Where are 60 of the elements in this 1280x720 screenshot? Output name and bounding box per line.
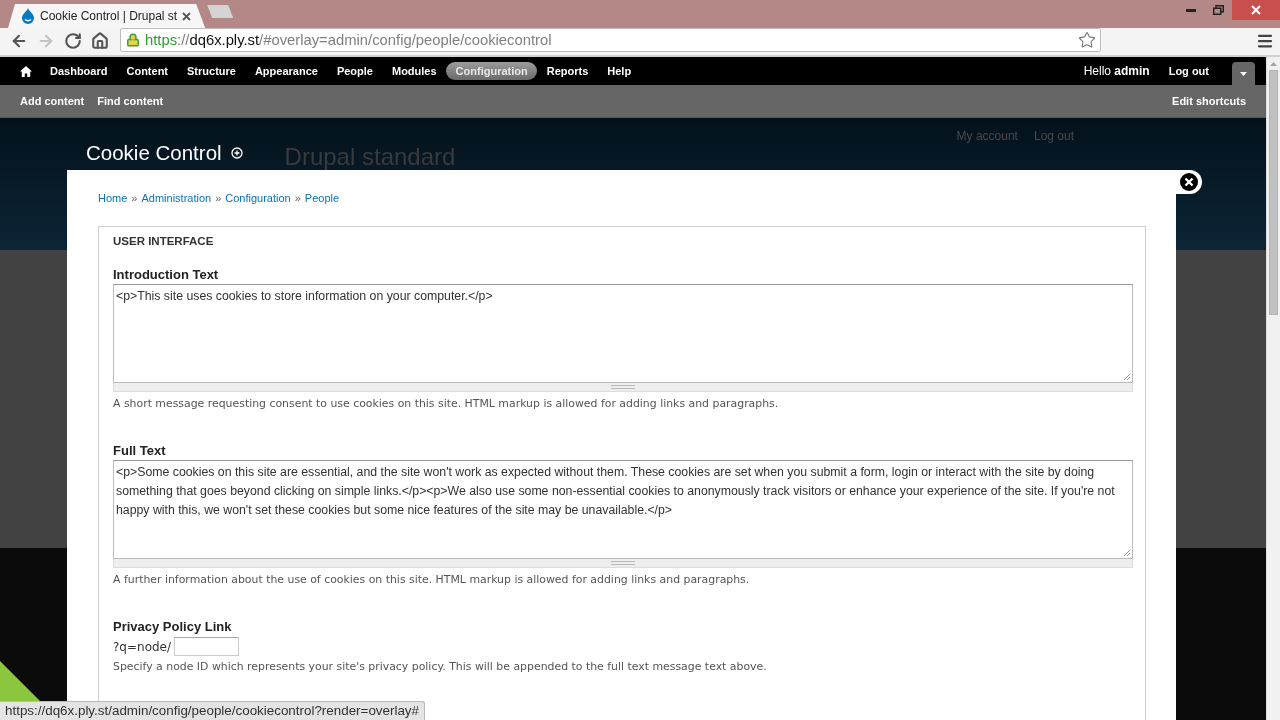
logout-link[interactable]: Log out [1159,62,1219,80]
page-title: Cookie Control [86,141,222,165]
corner-triangle-icon[interactable] [0,661,40,701]
close-icon [1251,5,1261,15]
url-text: https://dq6x.ply.st/#overlay=admin/config/people/cookiecontrol [145,32,553,48]
textarea-field[interactable]: <p>Some cookies on this site are essential, and the site won't work as expected without them. These cookies are set when you submit a form, login or interact with the site by doing something that goes beyond clicking on simple links.</p><p>We also use some non-essential cookies to anonymously track visitors or enhance your experience of the site. If you're not happy with this, we won't set these cookies but some nice features of the site may be unavailable.</p> [113,460,1133,559]
toolbar-menu-item[interactable]: Modules [382,62,447,80]
drawer-toggle-button[interactable] [1232,62,1255,85]
reload-icon[interactable] [63,31,82,50]
resize-handle[interactable] [113,559,1133,568]
field-label: Introduction Text [113,267,220,283]
field-label: Privacy Policy Link [113,619,233,635]
shortcut-link[interactable]: Find content [97,95,164,107]
resize-handle[interactable] [113,383,1133,392]
caret-icon [1240,71,1247,76]
toolbar-menu-item[interactable]: Reports [537,62,598,80]
tab-close-icon[interactable] [182,11,192,21]
resize-grip-icon[interactable] [1123,549,1131,557]
overlay-close-button[interactable] [1176,170,1202,194]
close-icon [1180,173,1198,191]
textarea-field[interactable]: <p>This site uses cookies to store information on your computer.</p> [113,284,1133,383]
toolbar-menu-item[interactable]: Appearance [245,62,328,80]
browser-tab[interactable]: Cookie Control | Drupal st [8,4,206,28]
breadcrumb-separator: » [131,191,138,206]
status-url: https://dq6x.ply.st/admin/config/people/cookiecontrol?render=overlay# [0,701,425,720]
tab-title: Cookie Control | Drupal st [40,9,178,23]
breadcrumb-link[interactable]: People [304,190,340,206]
field-description: Specify a node ID which represents your site's privacy policy. This will be appended to the full text message text above. [113,660,768,674]
window-close-button[interactable] [1232,0,1280,20]
restore-icon[interactable] [1212,5,1224,15]
field-description: A short message requesting consent to use cookies on this site. HTML markup is allowed for adding links and paragraphs. [113,397,780,411]
resize-grip-icon[interactable] [1123,373,1131,381]
field-description: A further information about the use of cookies on this site. HTML markup is allowed for adding links and paragraphs. [113,573,751,587]
breadcrumb-separator: » [294,191,301,206]
lock-icon [126,33,140,47]
bookmark-star-icon[interactable] [1078,31,1096,49]
breadcrumb-link[interactable]: Configuration [225,190,291,206]
home-icon[interactable] [90,31,109,50]
drop-icon [21,8,35,24]
toolbar-menu-item[interactable]: Help [597,62,641,80]
breadcrumb-link[interactable]: Administration [141,190,212,206]
node-id-input[interactable] [174,637,240,656]
fieldset-legend: USER INTERFACE [113,233,1133,249]
address-bar[interactable]: https://dq6x.ply.st/#overlay=admin/config/people/cookiecontrol [120,28,1101,52]
toolbar-menu-item[interactable]: People [327,62,383,80]
breadcrumb-link[interactable]: Home [98,190,128,206]
shortcut-link[interactable]: Add content [20,95,85,107]
breadcrumb-separator: » [215,191,222,206]
toolbar-menu-item[interactable]: Dashboard [40,62,117,80]
edit-shortcuts-link[interactable]: Edit shortcuts [1172,95,1246,107]
field-label: Full Text [113,443,167,459]
home-icon[interactable] [20,65,32,77]
field-prefix: ?q=node/ [113,639,172,654]
toolbar-menu-item[interactable]: Content [116,62,178,80]
user-greeting: Hello admin [1083,64,1150,78]
scrollbar-track[interactable] [1266,57,1280,720]
scrollbar-thumb[interactable] [1269,70,1278,315]
toolbar-menu-item[interactable]: Structure [177,62,246,80]
add-shortcut-icon[interactable] [230,147,243,159]
minimize-icon[interactable] [1186,8,1196,12]
